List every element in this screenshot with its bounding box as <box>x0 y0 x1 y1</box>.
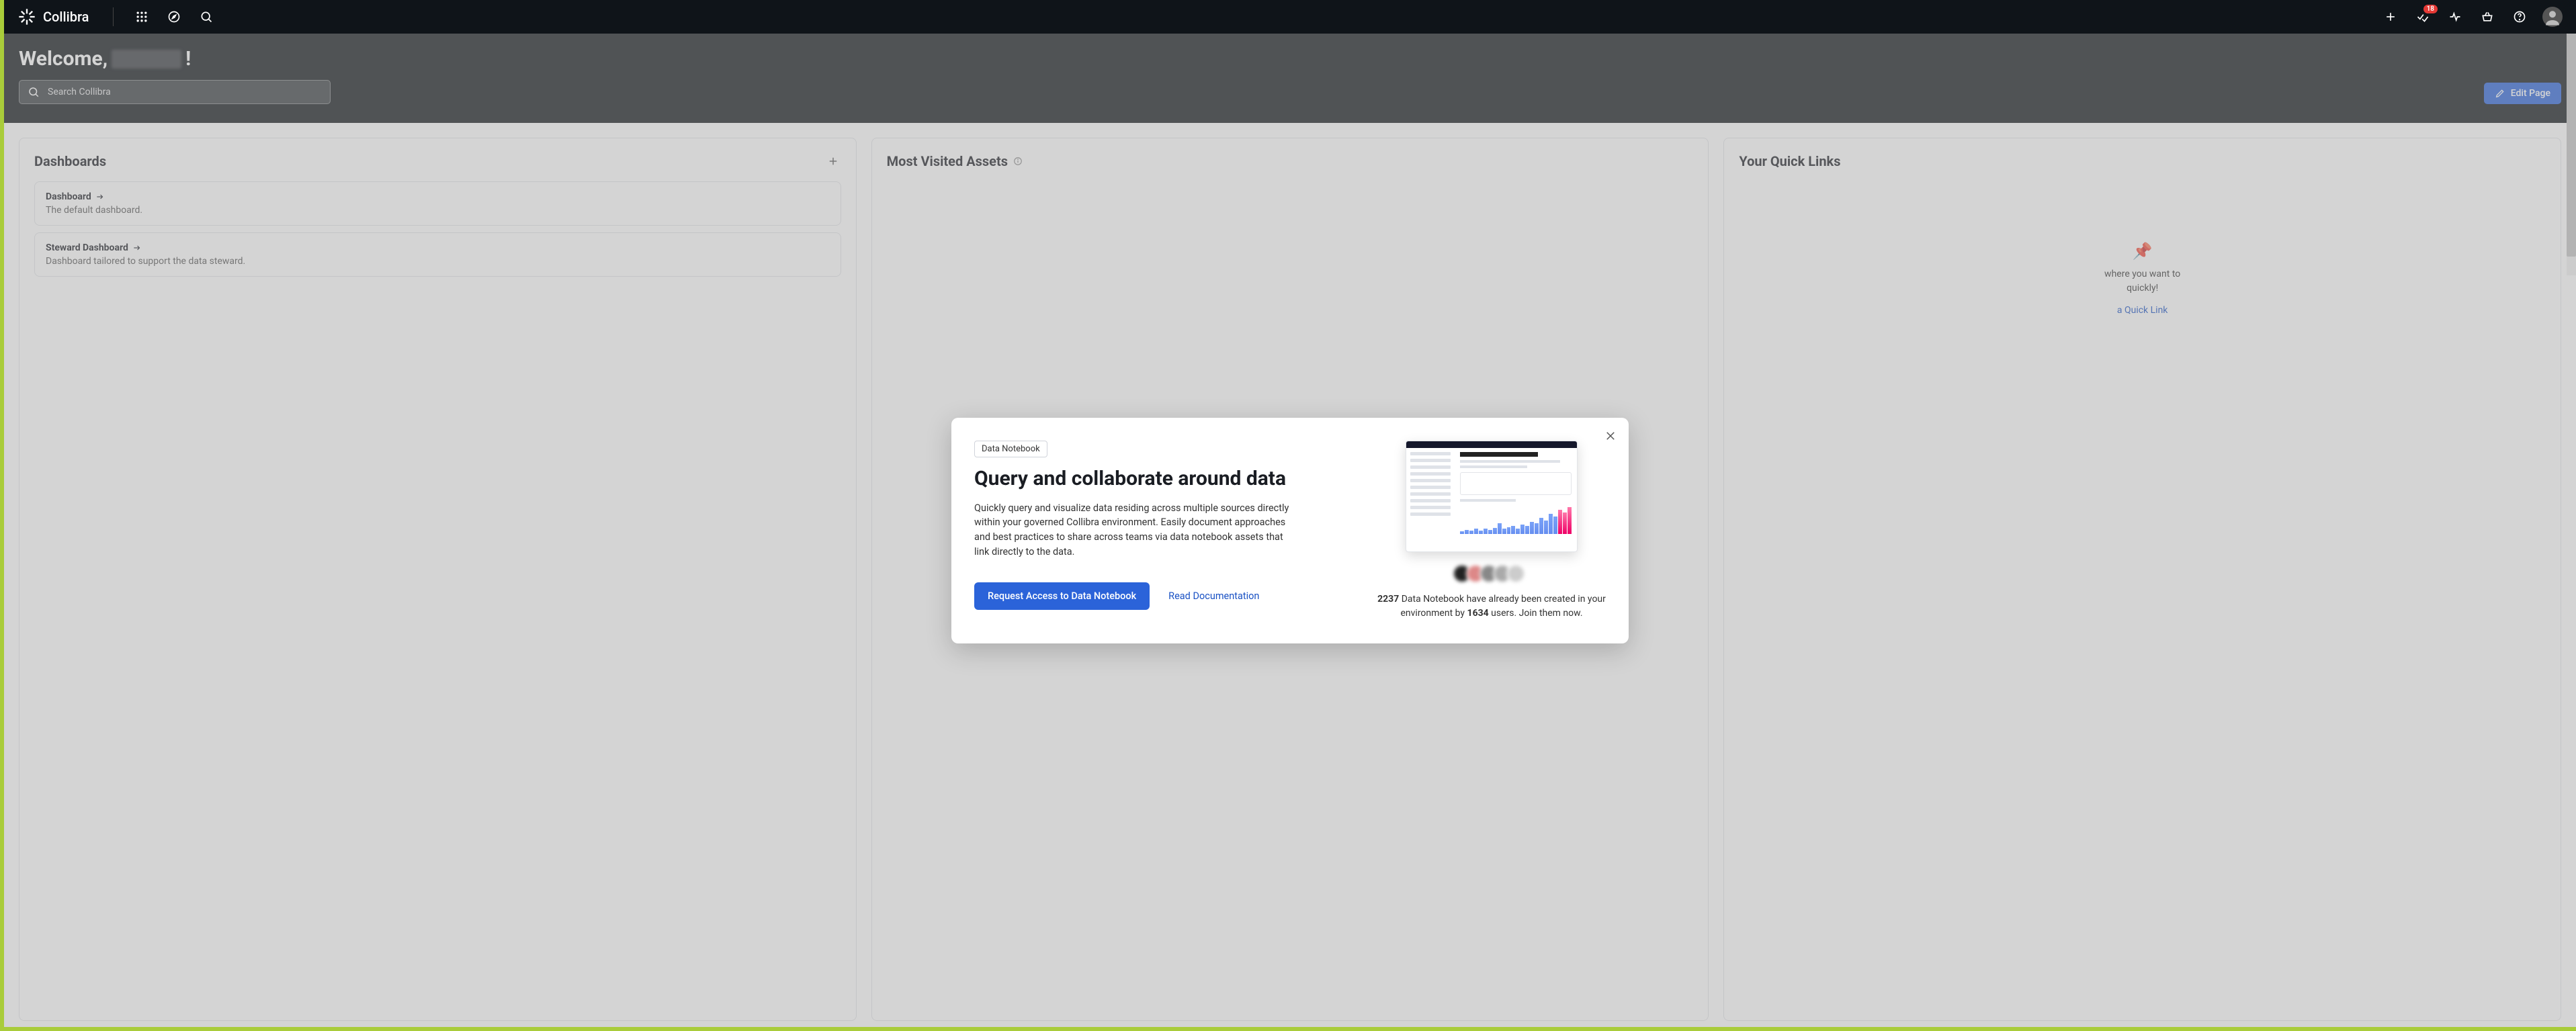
close-button[interactable] <box>1604 430 1617 445</box>
modal-description: Quickly query and visualize data residin… <box>974 501 1290 559</box>
plus-icon[interactable] <box>2377 3 2404 30</box>
notebook-preview-image <box>1406 441 1578 552</box>
basket-icon[interactable] <box>2474 3 2501 30</box>
tasks-icon[interactable]: 18 <box>2409 3 2436 30</box>
user-avatars <box>1458 564 1525 583</box>
request-access-button[interactable]: Request Access to Data Notebook <box>974 582 1150 610</box>
apps-grid-icon[interactable] <box>128 3 155 30</box>
close-icon <box>1604 430 1617 442</box>
avatar[interactable] <box>2542 7 2563 27</box>
read-documentation-link[interactable]: Read Documentation <box>1168 590 1259 602</box>
modal-title: Query and collaborate around data <box>974 467 1350 490</box>
logo[interactable]: Collibra <box>17 7 89 26</box>
compass-icon[interactable] <box>161 3 187 30</box>
activity-icon[interactable] <box>2442 3 2468 30</box>
search-icon[interactable] <box>193 3 220 30</box>
logo-text: Collibra <box>43 9 89 25</box>
help-icon[interactable] <box>2506 3 2533 30</box>
modal-stat: 2237 Data Notebook have already been cre… <box>1377 592 1606 621</box>
app-header: Collibra 18 <box>4 0 2576 34</box>
modal-overlay: Data Notebook Query and collaborate arou… <box>4 34 2576 1027</box>
data-notebook-modal: Data Notebook Query and collaborate arou… <box>951 418 1629 643</box>
collibra-logo-icon <box>17 7 36 26</box>
modal-tag: Data Notebook <box>974 441 1047 457</box>
divider <box>113 7 114 26</box>
notification-badge: 18 <box>2423 5 2438 13</box>
